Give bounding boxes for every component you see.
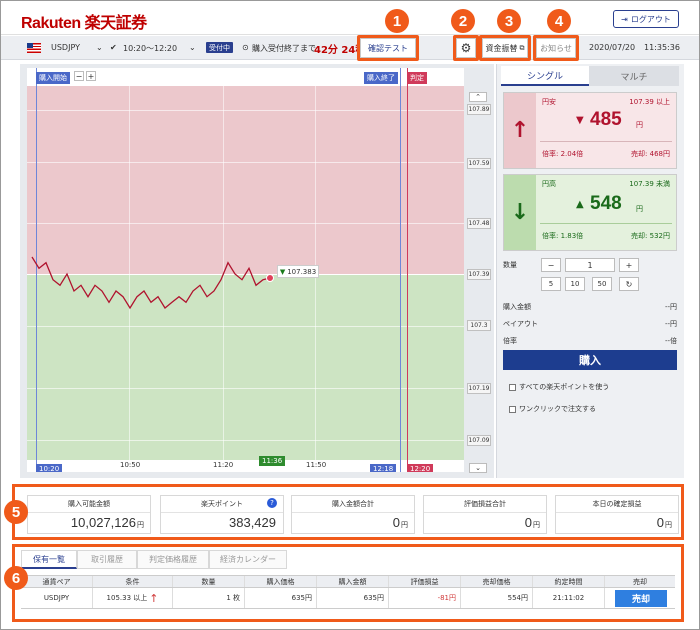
- y-tick: 107.48: [467, 218, 491, 229]
- preset-50-button[interactable]: 50: [592, 277, 612, 291]
- callout-badge-2: 2: [451, 9, 475, 33]
- summary-card: 購入可能金額 10,027,126円: [27, 495, 151, 534]
- purchase-amount-row: 購入金額 --円: [503, 303, 677, 311]
- summary-card: 楽天ポイント? 383,429: [160, 495, 284, 534]
- highlight-box-3: [479, 35, 531, 61]
- scroll-down-button[interactable]: ⌄: [469, 463, 487, 473]
- quantity-plus-button[interactable]: +: [619, 258, 639, 272]
- up-card[interactable]: ↑ 円安 107.39 以上 ▼ 485 円 倍率: 2.04倍 売却: 468…: [503, 92, 677, 169]
- payout-row: ペイアウト --円: [503, 320, 677, 328]
- triangle-up-icon: ▲: [576, 199, 584, 210]
- price-line-chart: [31, 256, 274, 310]
- help-icon[interactable]: ?: [267, 498, 277, 508]
- y-tick: 107.19: [467, 383, 491, 394]
- table-row: USDJPY 105.33 以上 ↑ 1 枚 635円 635円 -81円 554…: [21, 588, 675, 609]
- y-axis: ⌃ 107.89 107.59 107.48 107.39 107.3 107.…: [465, 68, 492, 473]
- triangle-down-icon: ▼: [576, 115, 584, 126]
- tab-single[interactable]: シングル: [501, 66, 589, 86]
- preset-5-button[interactable]: 5: [541, 277, 561, 291]
- summary-card: 本日の確定損益 0円: [555, 495, 679, 534]
- quantity-label: 数量: [503, 261, 517, 269]
- tab-calendar[interactable]: 経済カレンダー: [209, 550, 287, 569]
- session-select[interactable]: 10:20～12:20: [123, 43, 177, 54]
- y-tick: 107.59: [467, 158, 491, 169]
- arrow-up-icon: ↑: [504, 93, 536, 168]
- y-tick: 107.3: [467, 320, 491, 331]
- sell-button[interactable]: 売却: [615, 590, 667, 607]
- x-tick: 10:50: [120, 461, 141, 469]
- x-tick: 11:20: [213, 461, 234, 469]
- currency-pair-select[interactable]: USDJPY: [51, 43, 80, 52]
- chart-area: 購入開始 − + 購入終了 判定 ▼ 107.383 10:20 10:50 11…: [20, 64, 494, 478]
- tab-holdings[interactable]: 保有一覧: [21, 550, 77, 569]
- chevron-down-icon[interactable]: ⌄: [96, 43, 103, 52]
- us-flag-icon: [27, 43, 41, 53]
- reset-quantity-button[interactable]: ↻: [619, 277, 639, 291]
- up-price: 485: [590, 109, 622, 130]
- chevron-down-icon[interactable]: ⌄: [189, 43, 196, 52]
- clock-icon: ⊙: [242, 43, 249, 52]
- callout-badge-3: 3: [497, 9, 521, 33]
- callout-badge-1: 1: [385, 9, 409, 33]
- session-bar: USDJPY ⌄ ✔ 10:20～12:20 ⌄ 受付中 ⊙ 購入受付終了まで …: [1, 36, 699, 60]
- triangle-down-icon: ▼: [279, 267, 286, 276]
- odds-row: 倍率 --倍: [503, 337, 677, 345]
- rakuten-logo: Rakuten 楽天証券: [21, 15, 147, 32]
- x-tick-current: 11:36: [259, 456, 286, 466]
- tab-multi[interactable]: マルチ: [589, 66, 679, 86]
- y-tick: 107.89: [467, 104, 491, 115]
- account-summary: 購入可能金額 10,027,126円 楽天ポイント? 383,429 購入金額合計 0…: [12, 484, 684, 540]
- quantity-input[interactable]: 1: [565, 258, 615, 272]
- price-series-line: [31, 256, 271, 310]
- x-tick: 11:50: [306, 461, 327, 469]
- deadline-label: 購入受付終了まで: [252, 44, 316, 53]
- arrow-up-icon: ↑: [149, 591, 159, 605]
- top-bar: Rakuten 楽天証券 ⇥ ログアウト: [1, 1, 699, 35]
- positions-panel: 保有一覧 取引履歴 判定価格履歴 経済カレンダー 通貨ペア 条件 数量 購入価格…: [12, 544, 684, 622]
- tab-history[interactable]: 取引履歴: [77, 550, 137, 569]
- callout-badge-4: 4: [547, 9, 571, 33]
- callout-badge-5: 5: [4, 500, 28, 524]
- x-tick-start: 10:20: [36, 464, 63, 472]
- current-price-point: [266, 274, 274, 282]
- y-tick: 107.39: [467, 269, 491, 280]
- check-icon: ✔: [110, 43, 117, 52]
- buy-button[interactable]: 購入: [503, 350, 677, 370]
- scroll-up-button[interactable]: ⌃: [469, 92, 487, 102]
- current-time: 11:35:36: [644, 43, 680, 52]
- y-tick: 107.09: [467, 435, 491, 446]
- preset-10-button[interactable]: 10: [565, 277, 585, 291]
- exit-icon: ⇥: [621, 14, 628, 24]
- x-tick-judge: 12:20: [407, 464, 434, 472]
- use-points-checkbox[interactable]: すべての楽天ポイントを使う: [509, 382, 609, 392]
- tab-judge-history[interactable]: 判定価格履歴: [137, 550, 209, 569]
- callout-badge-6: 6: [4, 566, 28, 590]
- highlight-box-2: [453, 35, 479, 61]
- logout-button[interactable]: ⇥ ログアウト: [613, 10, 679, 28]
- quantity-minus-button[interactable]: −: [541, 258, 561, 272]
- status-badge: 受付中: [206, 42, 233, 53]
- x-tick-end: 12:18: [370, 464, 397, 472]
- table-header: 通貨ペア 条件 数量 購入価格 購入金額 評価損益 売却価格 約定時間 売却: [21, 575, 675, 588]
- down-card[interactable]: ↓ 円高 107.39 未満 ▲ 548 円 倍率: 1.83倍 売却: 532…: [503, 174, 677, 251]
- one-click-checkbox[interactable]: ワンクリックで注文する: [509, 404, 596, 414]
- highlight-box-4: [533, 35, 579, 61]
- highlight-box-1: [357, 35, 419, 61]
- refresh-icon: ↻: [625, 279, 633, 289]
- current-date: 2020/07/20: [589, 43, 636, 52]
- order-panel: シングル マルチ ↑ 円安 107.39 以上 ▼ 485 円 倍率: 2.04…: [496, 64, 684, 478]
- arrow-down-icon: ↓: [504, 175, 536, 250]
- summary-card: 購入金額合計 0円: [291, 495, 415, 534]
- price-chart[interactable]: 購入開始 − + 購入終了 判定 ▼ 107.383 10:20 10:50 11…: [27, 68, 464, 472]
- down-price: 548: [590, 193, 622, 214]
- summary-card: 評価損益合計 0円: [423, 495, 547, 534]
- current-price-tag: ▼ 107.383: [277, 265, 319, 278]
